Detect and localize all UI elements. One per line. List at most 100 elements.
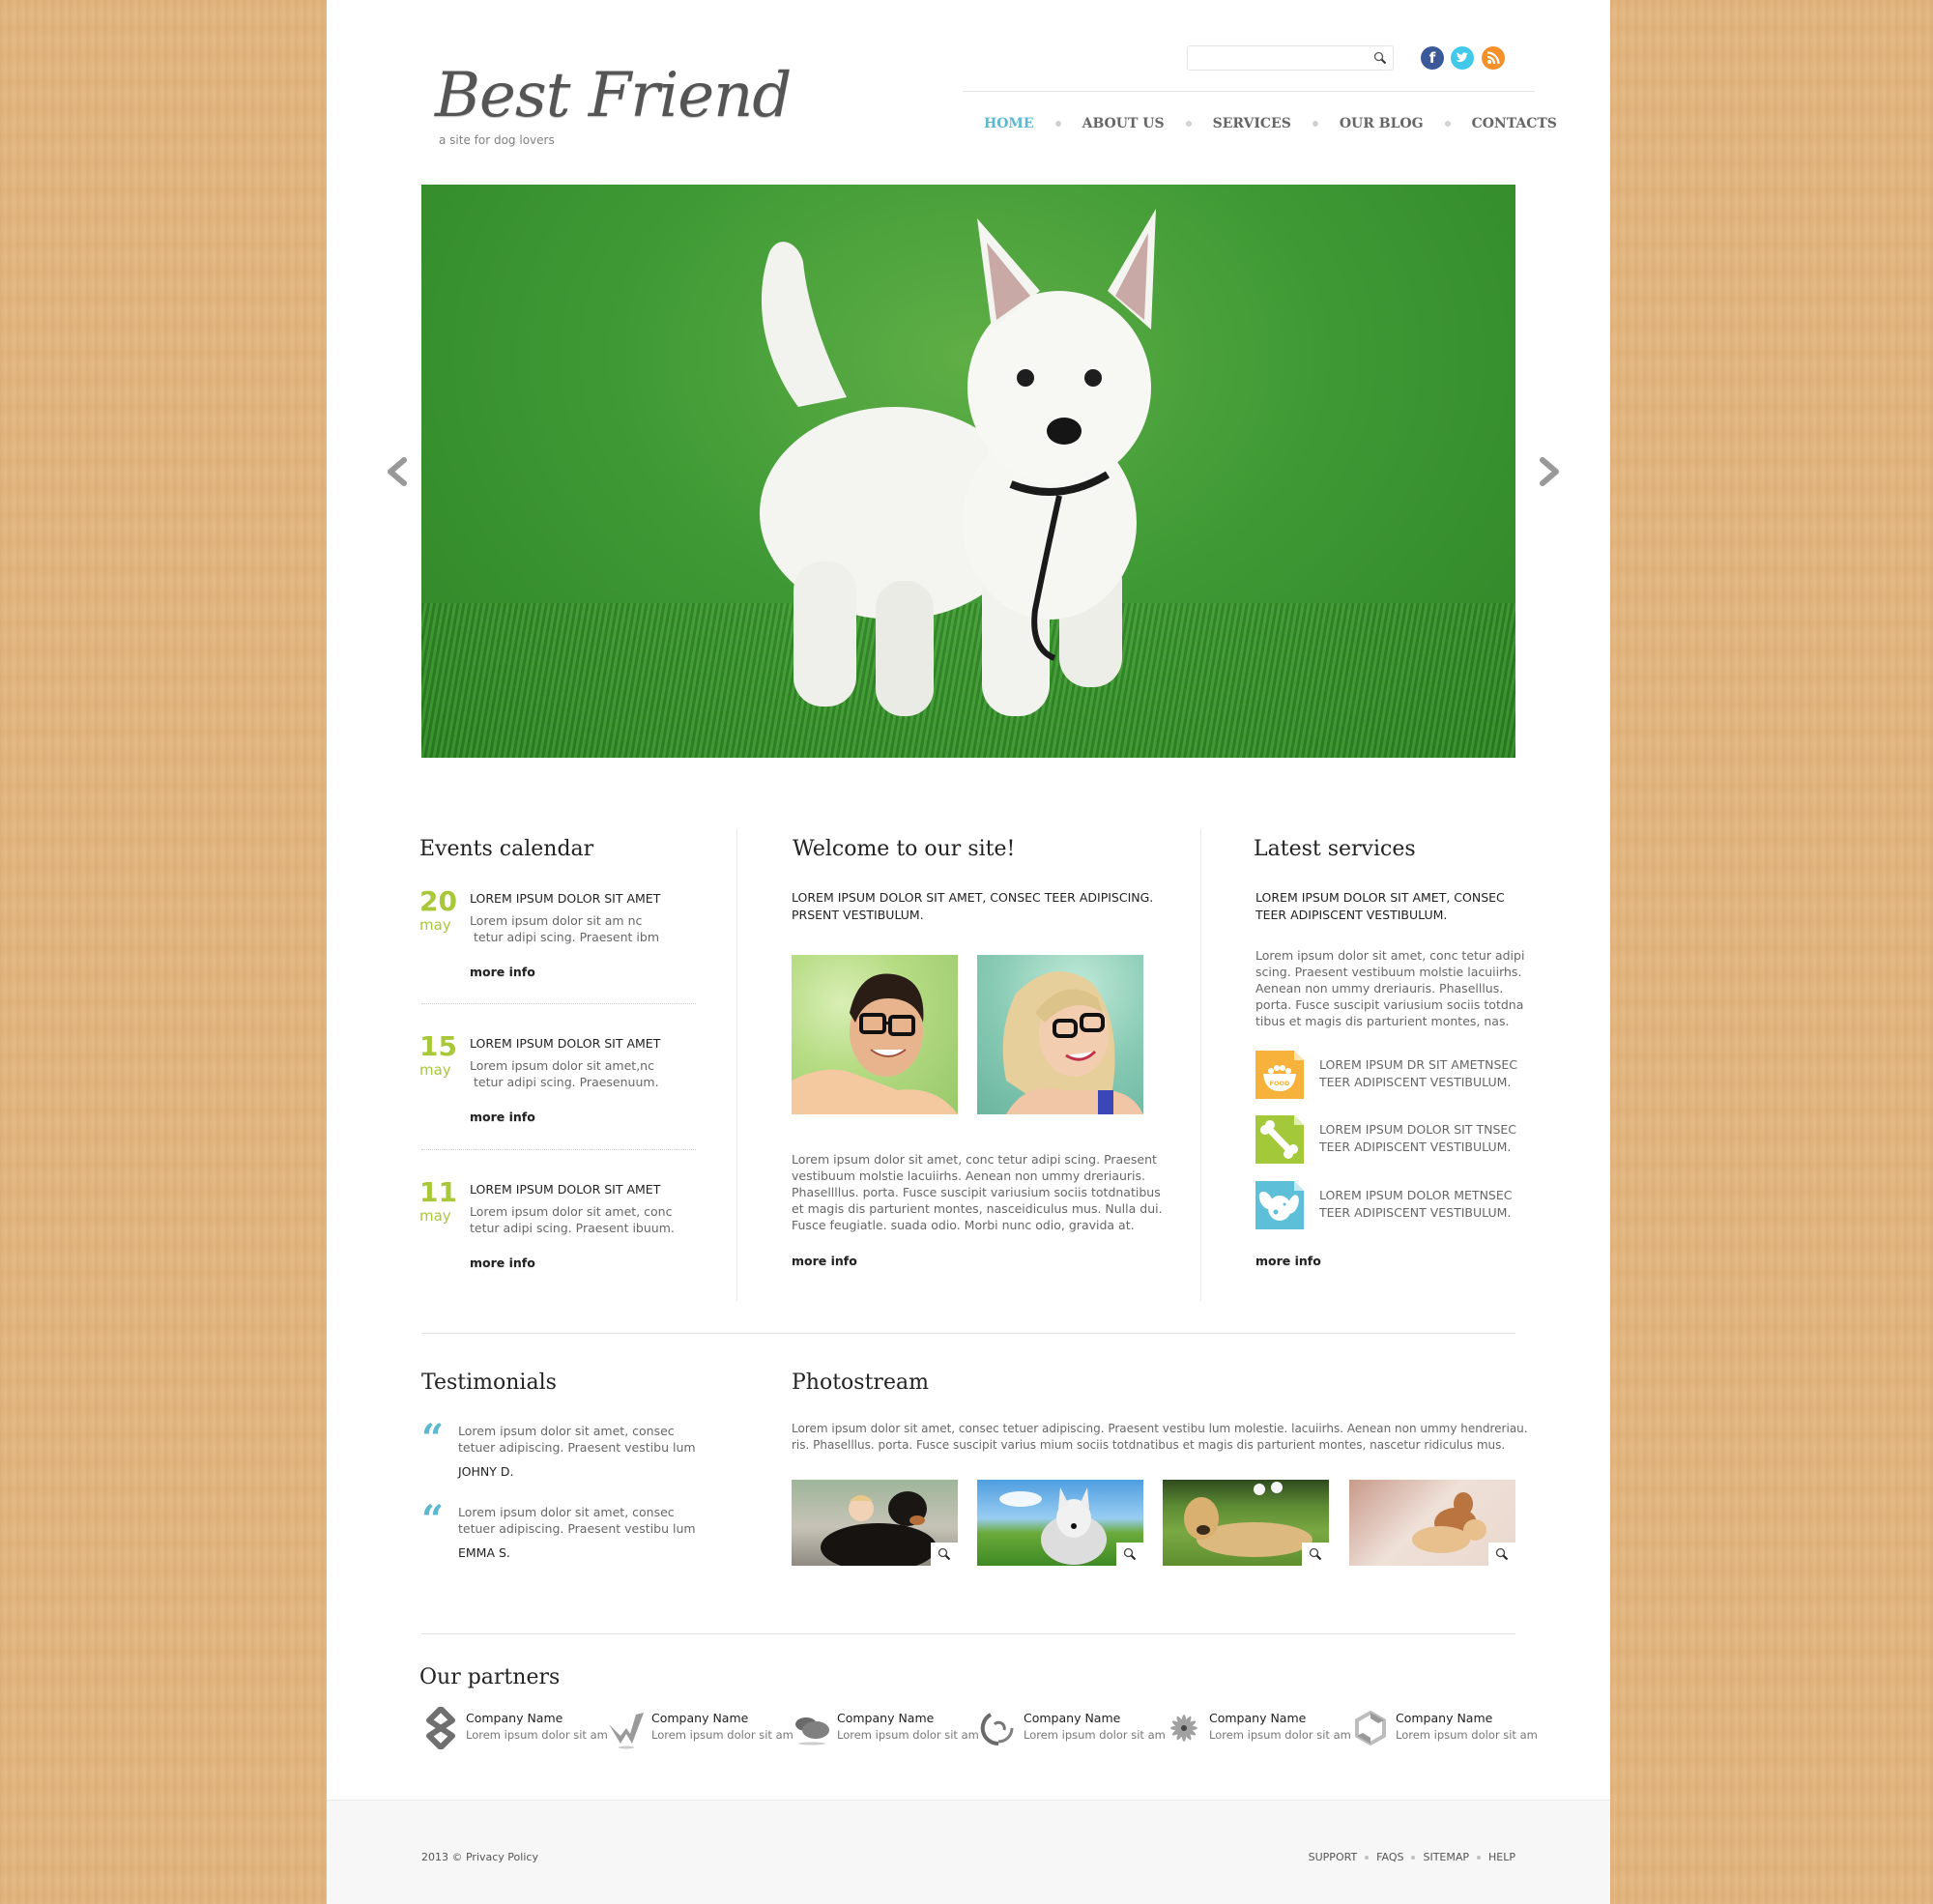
nav-home[interactable]: HOME — [984, 116, 1034, 131]
services-more-info-link[interactable]: more info — [1255, 1254, 1321, 1268]
site-tagline: a site for dog lovers — [439, 133, 555, 147]
footer-copyright-privacy-link[interactable]: 2013 © Privacy Policy — [421, 1851, 538, 1863]
photostream-thumb[interactable] — [1349, 1480, 1515, 1566]
food-bowl-icon: FOOD — [1255, 1051, 1304, 1099]
service-text-line: TEER ADIPISCENT VESTIBULUM. — [1319, 1075, 1512, 1089]
partner-desc: Lorem ipsum dolor sit am — [651, 1728, 793, 1742]
event-text: Lorem ipsum dolor sit amet, conc tetur a… — [470, 1203, 682, 1236]
partner-name: Company Name — [466, 1711, 563, 1725]
service-text: LOREM IPSUM DR SIT AMETNSEC TEER ADIPISC… — [1319, 1056, 1517, 1091]
testimonial-text: Lorem ipsum dolor sit amet, consec tetue… — [458, 1504, 696, 1537]
welcome-body-line: Fusce feugiatle. suada odio. Morbi nunc … — [792, 1218, 1135, 1232]
welcome-intro-line: PRSENT VESTIBULUM. — [792, 908, 924, 922]
partner-name: Company Name — [1209, 1711, 1307, 1725]
header-divider — [963, 91, 1535, 92]
quote-icon: “ — [421, 1497, 445, 1543]
chevron-left-icon[interactable] — [383, 452, 412, 491]
event-month: may — [419, 1207, 451, 1225]
event-more-info-link[interactable]: more info — [470, 1255, 535, 1270]
service-text-line: LOREM IPSUM DOLOR SIT TNSEC — [1319, 1122, 1517, 1137]
welcome-intro: LOREM IPSUM DOLOR SIT AMET, CONSEC TEER … — [792, 889, 1153, 924]
photostream-thumb[interactable] — [792, 1480, 958, 1566]
partner-item[interactable]: Company Name Lorem ipsum dolor sit am — [1165, 1707, 1351, 1749]
magnifier-icon — [1123, 1547, 1137, 1561]
search-input[interactable] — [1188, 46, 1362, 70]
search-icon[interactable] — [1373, 51, 1387, 65]
photostream-text-line: Lorem ipsum dolor sit amet, consec tetue… — [792, 1422, 1528, 1435]
events-calendar-title: Events calendar — [419, 837, 594, 861]
testimonial-author: JOHNY D. — [458, 1464, 514, 1479]
partner-name: Company Name — [1396, 1711, 1493, 1725]
partner-item[interactable]: Company Name Lorem ipsum dolor sit am — [1351, 1707, 1538, 1749]
service-text-line: LOREM IPSUM DR SIT AMETNSEC — [1319, 1057, 1518, 1072]
partner-name: Company Name — [1024, 1711, 1121, 1725]
partner-item[interactable]: Company Name Lorem ipsum dolor sit am — [421, 1707, 608, 1749]
partner-item[interactable]: Company Name Lorem ipsum dolor sit am — [979, 1707, 1166, 1749]
footer-separator — [1365, 1855, 1370, 1860]
partner-item[interactable]: Company Name Lorem ipsum dolor sit am — [793, 1707, 979, 1749]
partner-logo-diamond-s-icon — [426, 1707, 455, 1749]
service-text-line: LOREM IPSUM DOLOR METNSEC — [1319, 1188, 1513, 1202]
footer-link-faqs[interactable]: FAQS — [1376, 1851, 1403, 1863]
nav-our-blog[interactable]: OUR BLOG — [1340, 116, 1424, 131]
welcome-body-line: Lorem ipsum dolor sit amet, conc tetur a… — [792, 1152, 1157, 1167]
testimonial-line: tetuer adipiscing. Praesent vestibu lum — [458, 1521, 696, 1536]
photo-woman — [977, 955, 1143, 1114]
thumb-zoom-button[interactable] — [931, 1543, 958, 1566]
event-divider — [421, 1149, 696, 1150]
testimonial-author: EMMA S. — [458, 1545, 510, 1560]
footer-link-support[interactable]: SUPPORT — [1309, 1851, 1358, 1863]
welcome-intro-line: LOREM IPSUM DOLOR SIT AMET, CONSEC TEER … — [792, 890, 1154, 905]
partners-title: Our partners — [419, 1665, 561, 1689]
service-item: FOOD LOREM IPSUM DR SIT AMETNSEC TEER AD… — [1255, 1051, 1526, 1099]
event-more-info-link[interactable]: more info — [470, 965, 535, 979]
chevron-right-icon[interactable] — [1535, 452, 1564, 491]
event-divider — [421, 1003, 696, 1004]
footer-separator — [1411, 1855, 1416, 1860]
rss-icon[interactable] — [1482, 46, 1505, 70]
quote-icon: “ — [421, 1416, 445, 1461]
event-day: 20 — [419, 885, 457, 917]
facebook-icon[interactable]: f — [1421, 46, 1444, 70]
footer-link-help[interactable]: HELP — [1488, 1851, 1515, 1863]
partner-desc: Lorem ipsum dolor sit am — [1209, 1728, 1351, 1742]
partner-desc: Lorem ipsum dolor sit am — [837, 1728, 979, 1742]
welcome-body-line: vestibuum molstie lacuiirhs. Aenean non … — [792, 1168, 1146, 1183]
section-divider — [421, 1633, 1515, 1634]
nav-services[interactable]: SERVICES — [1213, 116, 1291, 131]
magnifier-icon — [1309, 1547, 1322, 1561]
photostream-thumb[interactable] — [1163, 1480, 1329, 1566]
service-text-line: TEER ADIPISCENT VESTIBULUM. — [1319, 1205, 1512, 1220]
search-box — [1187, 45, 1394, 71]
partner-logo-flower-icon — [1170, 1715, 1197, 1742]
site-logo[interactable]: Best Friend — [435, 60, 792, 131]
event-more-info-link[interactable]: more info — [470, 1110, 535, 1124]
footer-separator — [1477, 1855, 1482, 1860]
thumb-zoom-button[interactable] — [1302, 1543, 1329, 1566]
nav-separator — [1312, 121, 1318, 127]
welcome-title: Welcome to our site! — [793, 837, 1016, 861]
twitter-icon[interactable] — [1451, 46, 1474, 70]
hero-slider[interactable] — [421, 185, 1515, 758]
main-nav: HOME ABOUT US SERVICES OUR BLOG CONTACTS — [984, 116, 1557, 131]
partner-desc: Lorem ipsum dolor sit am — [1024, 1728, 1166, 1742]
service-item: LOREM IPSUM DOLOR METNSEC TEER ADIPISCEN… — [1255, 1181, 1526, 1229]
thumb-zoom-button[interactable] — [1488, 1543, 1515, 1566]
welcome-body-line: et magis dis parturient montes, nasceidi… — [792, 1201, 1163, 1216]
welcome-body: Lorem ipsum dolor sit amet, conc tetur a… — [792, 1151, 1163, 1233]
photostream-thumb[interactable] — [977, 1480, 1143, 1566]
partner-logo-w-icon — [609, 1713, 644, 1749]
partner-item[interactable]: Company Name Lorem ipsum dolor sit am — [607, 1707, 793, 1749]
nav-about-us[interactable]: ABOUT US — [1082, 116, 1165, 131]
event-text: Lorem ipsum dolor sit amet,nc tetur adip… — [470, 1057, 682, 1090]
footer: 2013 © Privacy Policy SUPPORT FAQS SITEM… — [327, 1800, 1610, 1904]
nav-separator — [1444, 121, 1451, 127]
event-text-line: tetur adipi scing. Praesenuum. — [470, 1075, 659, 1089]
footer-link-sitemap[interactable]: SITEMAP — [1423, 1851, 1469, 1863]
thumb-zoom-button[interactable] — [1116, 1543, 1143, 1566]
welcome-more-info-link[interactable]: more info — [792, 1254, 857, 1268]
welcome-body-line: Phasellllus. porta. Fusce suscipit variu… — [792, 1185, 1161, 1199]
nav-contacts[interactable]: CONTACTS — [1472, 116, 1557, 131]
partner-logo-hexagon-icon — [1355, 1710, 1386, 1746]
nav-separator — [1054, 121, 1061, 127]
